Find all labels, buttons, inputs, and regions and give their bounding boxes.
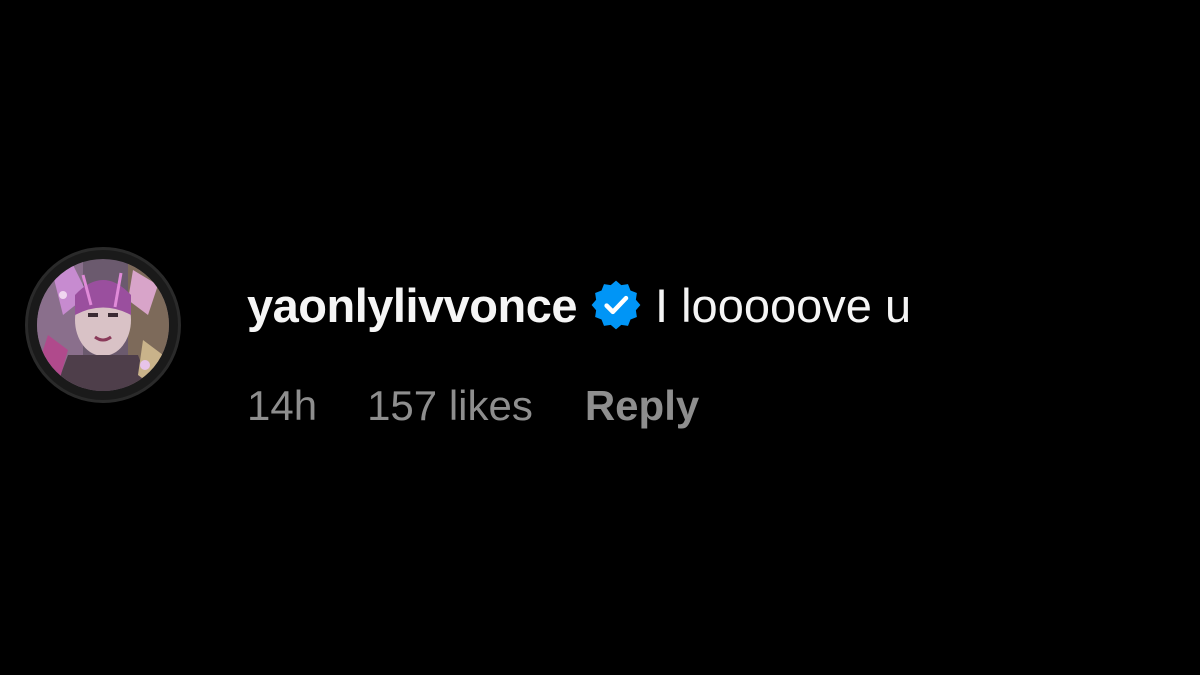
comment-text: I looooove u — [655, 278, 912, 332]
likes-count[interactable]: 157 likes — [367, 382, 533, 430]
comment-meta: 14h 157 likes Reply — [247, 381, 911, 431]
comment-item: yaonlylivvonce I looooove u 14h 157 like… — [25, 247, 911, 431]
comment-screen: yaonlylivvonce I looooove u 14h 157 like… — [0, 0, 1200, 675]
avatar[interactable] — [25, 247, 181, 403]
verified-badge-icon — [591, 280, 641, 330]
comment-line: yaonlylivvonce I looooove u — [247, 277, 911, 333]
avatar-image — [37, 259, 169, 391]
comment-body: yaonlylivvonce I looooove u 14h 157 like… — [247, 247, 911, 431]
username-link[interactable]: yaonlylivvonce — [247, 278, 578, 333]
reply-button[interactable]: Reply — [585, 382, 699, 430]
timestamp: 14h — [247, 382, 318, 429]
